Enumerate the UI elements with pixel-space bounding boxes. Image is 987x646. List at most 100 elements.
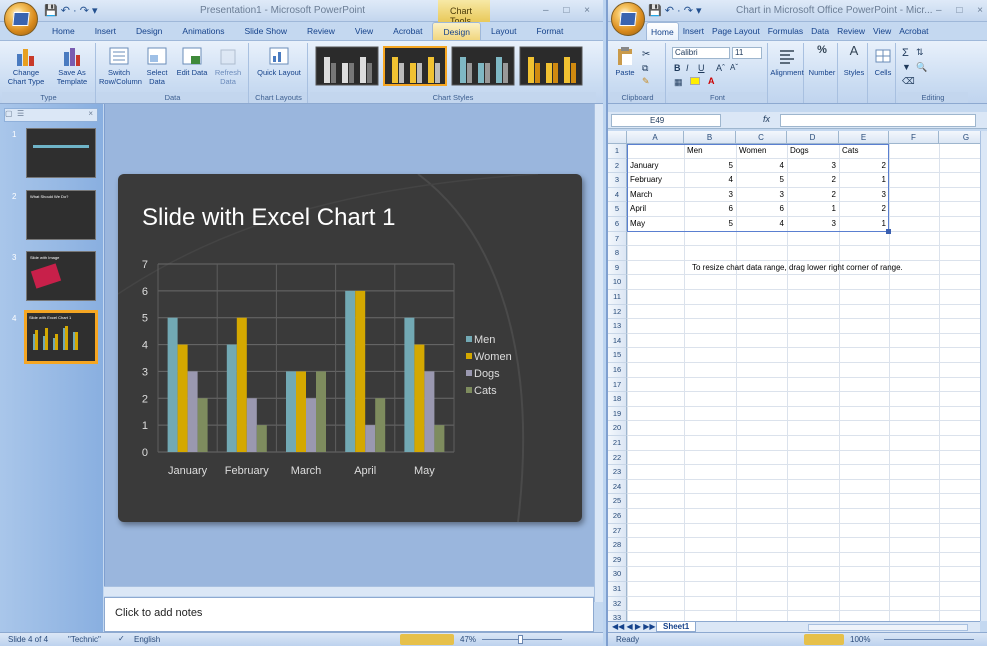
xl-tab-view[interactable]: View — [869, 22, 895, 40]
format-painter-icon[interactable]: ✎ — [642, 76, 650, 87]
tab-chart-design[interactable]: Design — [432, 22, 481, 40]
column-header[interactable]: B — [684, 131, 736, 144]
xl-tab-page-layout[interactable]: Page Layout — [708, 22, 764, 40]
row-header[interactable]: 24 — [608, 479, 627, 495]
edit-data-button[interactable]: Edit Data — [175, 46, 209, 77]
tab-insert[interactable]: Insert — [85, 22, 126, 40]
font-color-icon[interactable]: A — [708, 76, 715, 86]
slide-thumbnail[interactable]: Slide with Image — [26, 251, 96, 301]
name-box[interactable]: E49 — [611, 114, 721, 127]
column-header[interactable]: F — [889, 131, 939, 144]
row-header[interactable]: 29 — [608, 552, 627, 568]
tab-slide-show[interactable]: Slide Show — [234, 22, 297, 40]
row-header[interactable]: 19 — [608, 406, 627, 422]
formula-input[interactable] — [780, 114, 976, 127]
zoom-level[interactable]: 47% — [460, 635, 476, 644]
row-header[interactable]: 4 — [608, 187, 627, 203]
column-chart[interactable]: 0 1 2 3 4 5 6 7 January February March April May Men W… — [118, 174, 582, 522]
row-header[interactable]: 26 — [608, 509, 627, 524]
row-header[interactable]: 10 — [608, 275, 627, 290]
column-header[interactable]: E — [839, 131, 889, 144]
italic-icon[interactable]: I — [686, 63, 689, 73]
tab-design[interactable]: Design — [126, 22, 172, 40]
xl-tab-formulas[interactable]: Formulas — [764, 22, 807, 40]
fill-icon[interactable]: ▼ — [902, 62, 911, 72]
slide-canvas[interactable]: Slide with Excel Chart 1 0 1 2 3 4 5 6 7 January… — [118, 174, 582, 522]
worksheet-grid[interactable]: A B C D E F G 1 2 3 4 5 6 7 8 9 10 11 12 13 14 15 16 17 18 19 20 21… — [608, 131, 980, 621]
tab-home[interactable]: Home — [42, 22, 85, 40]
range-resize-handle[interactable] — [886, 228, 891, 234]
excel-office-button[interactable] — [611, 2, 645, 36]
row-header[interactable]: 32 — [608, 596, 627, 612]
copy-icon[interactable]: ⧉ — [642, 63, 648, 74]
notes-pane[interactable]: Click to add notes — [104, 597, 594, 632]
row-header[interactable]: 6 — [608, 217, 627, 232]
language-indicator[interactable]: English — [134, 635, 160, 644]
tab-view[interactable]: View — [345, 22, 383, 40]
number-button[interactable]: % Number — [806, 45, 838, 78]
xl-tab-insert[interactable]: Insert — [679, 22, 708, 40]
xl-tab-home[interactable]: Home — [646, 22, 679, 40]
clear-icon[interactable]: ⌫ — [902, 76, 915, 87]
quick-access-toolbar[interactable]: 💾 ↶ · ↷ ▾ — [44, 4, 98, 17]
row-header[interactable]: 14 — [608, 333, 627, 349]
excel-window-controls[interactable]: – □ × — [936, 5, 987, 16]
row-header[interactable]: 21 — [608, 436, 627, 451]
column-header[interactable]: C — [736, 131, 787, 144]
row-header[interactable]: 7 — [608, 231, 627, 247]
cut-icon[interactable]: ✂ — [642, 49, 650, 60]
find-select-icon[interactable]: 🔍 — [916, 62, 927, 73]
spelling-icon[interactable]: ✓ — [118, 634, 125, 643]
tab-chart-format[interactable]: Format — [526, 22, 573, 40]
sort-filter-icon[interactable]: ⇅ — [916, 47, 924, 58]
column-header[interactable]: A — [627, 131, 684, 144]
row-header[interactable]: 23 — [608, 465, 627, 480]
row-header[interactable]: 1 — [608, 144, 627, 159]
xl-tab-acrobat[interactable]: Acrobat — [895, 22, 932, 40]
cells-button[interactable]: Cells — [870, 46, 896, 77]
view-buttons[interactable] — [400, 634, 454, 645]
slide-thumbnail[interactable] — [26, 128, 96, 178]
row-header[interactable]: 20 — [608, 421, 627, 436]
thumbnail-pane-tabs[interactable]: ▢ ☰ × — [4, 108, 98, 122]
tab-animations[interactable]: Animations — [172, 22, 234, 40]
excel-horizontal-scrollbar[interactable] — [808, 624, 968, 631]
tab-review[interactable]: Review — [297, 22, 345, 40]
styles-button[interactable]: A Styles — [840, 44, 868, 77]
row-header[interactable]: 11 — [608, 290, 627, 305]
sheet-tab-sheet1[interactable]: Sheet1 — [656, 622, 697, 632]
fill-color-icon[interactable] — [690, 77, 700, 85]
xl-tab-data[interactable]: Data — [807, 22, 833, 40]
font-size-box[interactable]: 11 — [732, 47, 762, 59]
bold-icon[interactable]: B — [674, 63, 681, 73]
save-as-template-button[interactable]: Save As Template — [50, 46, 94, 86]
zoom-slider-thumb[interactable] — [518, 635, 523, 644]
tab-chart-layout[interactable]: Layout — [481, 22, 527, 40]
tab-acrobat[interactable]: Acrobat — [383, 22, 432, 40]
refresh-data-button[interactable]: Refresh Data — [209, 46, 247, 86]
slide-vertical-scrollbar[interactable] — [594, 104, 603, 602]
row-header[interactable]: 5 — [608, 202, 627, 217]
alignment-button[interactable]: Alignment — [770, 46, 804, 77]
excel-view-buttons[interactable] — [804, 634, 844, 645]
slide-thumbnail[interactable]: What Should We Do? — [26, 190, 96, 240]
row-header[interactable]: 17 — [608, 377, 627, 393]
quick-layout-button[interactable]: Quick Layout — [254, 46, 304, 77]
chart-styles-gallery[interactable] — [310, 43, 596, 91]
slide-horizontal-scrollbar[interactable] — [104, 586, 594, 596]
row-header[interactable]: 16 — [608, 363, 627, 378]
row-header[interactable]: 30 — [608, 567, 627, 582]
excel-vertical-scrollbar[interactable] — [980, 131, 987, 621]
row-header[interactable]: 25 — [608, 494, 627, 509]
select-data-button[interactable]: Select Data — [139, 46, 175, 86]
sheet-nav-arrows[interactable]: ◀◀ ◀ ▶ ▶▶ — [612, 622, 656, 631]
row-header[interactable]: 12 — [608, 304, 627, 320]
slide-thumbnail-selected[interactable]: Slide with Excel Chart 1 — [24, 310, 98, 364]
xl-tab-review[interactable]: Review — [833, 22, 869, 40]
underline-icon[interactable]: U — [698, 63, 705, 73]
row-header[interactable]: 2 — [608, 158, 627, 174]
row-header[interactable]: 13 — [608, 319, 627, 334]
switch-row-column-button[interactable]: Switch Row/Column — [99, 46, 142, 86]
row-header[interactable]: 15 — [608, 348, 627, 363]
excel-zoom-level[interactable]: 100% — [850, 635, 870, 644]
